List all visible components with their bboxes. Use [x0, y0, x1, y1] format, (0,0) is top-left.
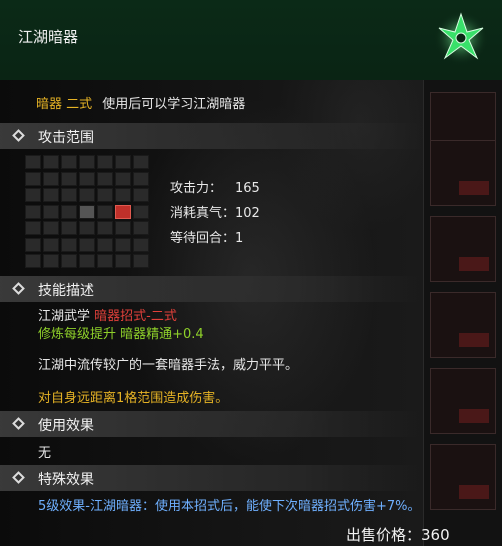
grid-cell — [115, 237, 131, 252]
skill-flavor-text: 江湖中流传较广的一套暗器手法，威力平平。 — [38, 358, 299, 373]
stat-label: 攻击力： — [170, 181, 223, 196]
section-diamond-icon — [12, 129, 25, 142]
grid-cell — [97, 254, 113, 268]
grid-cell — [25, 237, 41, 252]
grid-cell — [79, 188, 95, 202]
grid-cell — [43, 204, 59, 219]
grid-cell — [61, 204, 77, 219]
inventory-slot-strip — [423, 0, 502, 546]
grid-cell — [25, 171, 41, 186]
special-effect-text: 5级效果-江湖暗器：使用本招式后，能使下次暗器招式伤害+7%。 — [38, 499, 421, 514]
section-skill-description: 技能描述 — [0, 276, 424, 302]
grid-cell — [97, 171, 113, 186]
skill-style: 暗器招式-二式 — [94, 309, 177, 324]
grid-cell — [25, 188, 41, 202]
stat-label: 等待回合： — [170, 231, 236, 246]
grid-cell — [79, 221, 95, 235]
grid-cell — [97, 237, 113, 252]
grid-cell-self — [79, 204, 95, 219]
slot-tag — [459, 181, 489, 195]
section-title: 使用效果 — [38, 418, 94, 434]
grid-cell — [61, 171, 77, 186]
usage-skill-name: 暗器 二式 — [36, 97, 93, 112]
stat-wait-turns: 等待回合：1 — [170, 227, 243, 246]
stat-value: 102 — [235, 206, 260, 221]
slot-tag — [459, 333, 489, 347]
item-name: 江湖暗器 — [18, 28, 79, 46]
grid-cell — [43, 237, 59, 252]
grid-cell — [43, 155, 59, 169]
grid-cell — [61, 254, 77, 268]
grid-cell — [43, 171, 59, 186]
inventory-slot[interactable] — [430, 292, 496, 358]
grid-cell — [79, 171, 95, 186]
grid-cell — [79, 254, 95, 268]
grid-cell — [97, 155, 113, 169]
section-title: 攻击范围 — [38, 130, 94, 146]
sell-price-label: 出售价格： — [346, 526, 422, 544]
grid-cell — [97, 188, 113, 202]
usage-text: 使用后可以学习江湖暗器 — [102, 97, 246, 112]
grid-cell — [43, 188, 59, 202]
grid-cell — [133, 155, 149, 169]
skill-requirement: 修炼每级提升 暗器精通+0.4 — [38, 327, 204, 342]
grid-cell-target — [115, 204, 131, 219]
sell-price: 出售价格：360 — [346, 524, 450, 545]
grid-cell — [115, 171, 131, 186]
grid-cell — [61, 155, 77, 169]
grid-cell — [133, 188, 149, 202]
skill-effect-text: 对自身远距离1格范围造成伤害。 — [38, 391, 229, 406]
grid-cell — [133, 171, 149, 186]
grid-cell — [115, 221, 131, 235]
grid-cell — [133, 254, 149, 268]
tooltip-header: 江湖暗器 — [0, 0, 502, 80]
grid-cell — [97, 221, 113, 235]
grid-cell — [79, 237, 95, 252]
stat-qi-cost: 消耗真气：102 — [170, 202, 260, 221]
grid-cell — [43, 221, 59, 235]
section-diamond-icon — [12, 471, 25, 484]
skill-school-line: 江湖武学 暗器招式-二式 — [38, 305, 177, 324]
slot-tag — [459, 485, 489, 499]
stat-value: 165 — [235, 181, 260, 196]
section-attack-range: 攻击范围 — [0, 123, 424, 149]
item-usage-line: 暗器 二式 使用后可以学习江湖暗器 — [36, 93, 245, 112]
grid-cell — [115, 188, 131, 202]
grid-cell — [61, 188, 77, 202]
sell-price-value: 360 — [421, 526, 450, 544]
inventory-slot[interactable] — [430, 368, 496, 434]
section-special-effect: 特殊效果 — [0, 465, 424, 491]
grid-cell — [25, 221, 41, 235]
grid-cell — [25, 204, 41, 219]
grid-cell — [61, 221, 77, 235]
inventory-slot[interactable] — [430, 216, 496, 282]
skill-school: 江湖武学 — [38, 309, 91, 324]
use-effect-text: 无 — [38, 446, 52, 461]
section-diamond-icon — [12, 282, 25, 295]
grid-cell — [133, 204, 149, 219]
inventory-slot[interactable] — [430, 444, 496, 510]
stat-attack: 攻击力： 165 — [170, 177, 260, 196]
section-use-effect: 使用效果 — [0, 411, 424, 437]
grid-cell — [133, 237, 149, 252]
stat-value: 1 — [235, 231, 244, 246]
grid-cell — [25, 155, 41, 169]
shuriken-icon — [434, 11, 488, 65]
stat-label: 消耗真气： — [170, 206, 236, 221]
grid-cell — [43, 254, 59, 268]
grid-cell — [79, 155, 95, 169]
attack-range-grid — [25, 155, 149, 270]
grid-cell — [115, 155, 131, 169]
grid-cell — [133, 221, 149, 235]
slot-tag — [459, 409, 489, 423]
section-title: 技能描述 — [38, 283, 94, 299]
grid-cell — [61, 237, 77, 252]
grid-cell — [97, 204, 113, 219]
grid-cell — [25, 254, 41, 268]
grid-cell — [115, 254, 131, 268]
slot-tag — [459, 257, 489, 271]
section-diamond-icon — [12, 417, 25, 430]
section-title: 特殊效果 — [38, 472, 94, 488]
inventory-slot[interactable] — [430, 140, 496, 206]
